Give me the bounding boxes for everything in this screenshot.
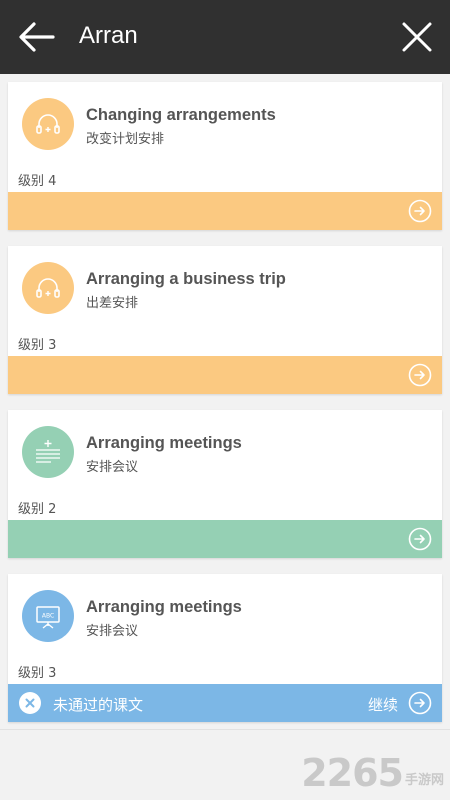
bottom-area: 2265 手游网 (0, 729, 450, 800)
arrow-right-circle-icon[interactable] (408, 527, 432, 551)
lesson-action-bar[interactable] (8, 356, 442, 394)
back-button[interactable] (16, 19, 56, 55)
headphones-icon (36, 278, 60, 298)
watermark-text: 手游网 (404, 773, 444, 788)
watermark: 2265 手游网 (301, 754, 444, 792)
lesson-badge (22, 426, 74, 478)
lesson-level: 级别 2 (18, 502, 57, 517)
headphones-icon (36, 114, 60, 134)
lesson-action-bar[interactable] (8, 192, 442, 230)
text-lines-icon (36, 440, 60, 463)
lesson-action-bar[interactable] (8, 520, 442, 558)
lesson-subtitle: 安排会议 (86, 624, 139, 639)
lesson-level: 级别 3 (18, 666, 57, 681)
arrow-right-circle-icon[interactable] (408, 691, 432, 715)
arrow-left-icon (19, 22, 55, 52)
lesson-badge: ABC (22, 590, 74, 642)
continue-button[interactable]: 继续 (368, 694, 398, 715)
lesson-subtitle: 安排会议 (86, 460, 139, 475)
close-button[interactable] (400, 20, 434, 54)
whiteboard-text: ABC (42, 613, 54, 620)
close-icon (402, 22, 432, 52)
whiteboard-icon: ABC (36, 606, 60, 629)
lesson-title: Arranging meetings (86, 598, 242, 616)
lesson-title: Arranging meetings (86, 434, 242, 452)
lesson-subtitle: 出差安排 (86, 296, 139, 311)
lesson-subtitle: 改变计划安排 (86, 132, 165, 147)
lesson-level: 级别 3 (18, 338, 57, 353)
lesson-title: Changing arrangements (86, 106, 276, 124)
lesson-card[interactable]: Arranging meetings 安排会议 级别 2 (8, 410, 442, 558)
page-title: Arran (79, 22, 138, 49)
arrow-right-circle-icon[interactable] (408, 363, 432, 387)
top-bar: Arran (0, 0, 450, 74)
close-circle-icon[interactable] (18, 691, 42, 715)
failed-lessons-bar[interactable]: 未通过的课文 继续 (8, 684, 442, 722)
lesson-card[interactable]: Changing arrangements 改变计划安排 级别 4 (8, 82, 442, 230)
lesson-level: 级别 4 (18, 174, 57, 189)
watermark-number: 2265 (301, 751, 404, 795)
lesson-title: Arranging a business trip (86, 270, 286, 288)
failed-lessons-label: 未通过的课文 (53, 696, 144, 714)
lesson-card[interactable]: ABC Arranging meetings 安排会议 级别 3 未通过的课文 … (8, 574, 442, 722)
lesson-card[interactable]: Arranging a business trip 出差安排 级别 3 (8, 246, 442, 394)
lesson-badge (22, 98, 74, 150)
lesson-badge (22, 262, 74, 314)
arrow-right-circle-icon[interactable] (408, 199, 432, 223)
